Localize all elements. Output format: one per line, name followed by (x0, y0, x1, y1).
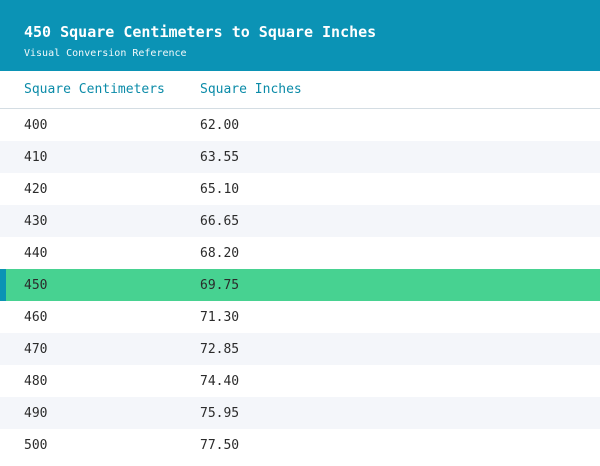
table-row: 470 72.85 (0, 333, 600, 365)
table-row: 400 62.00 (0, 109, 600, 141)
page-subtitle: Visual Conversion Reference (24, 48, 187, 59)
table-row: 440 68.20 (0, 237, 600, 269)
cell-square-inches: 77.50 (200, 437, 240, 453)
cell-square-centimeters: 430 (24, 213, 48, 229)
table-row: 480 74.40 (0, 365, 600, 397)
cell-square-centimeters: 480 (24, 373, 48, 389)
cell-square-centimeters: 400 (24, 117, 48, 133)
page-title: 450 Square Centimeters to Square Inches (24, 23, 377, 41)
conversion-card: 450 Square Centimeters to Square Inches … (0, 0, 600, 466)
cell-square-centimeters: 420 (24, 181, 48, 197)
table-row: 460 71.30 (0, 301, 600, 333)
cell-square-inches: 69.75 (200, 277, 240, 293)
cell-square-inches: 71.30 (200, 309, 240, 325)
cell-square-inches: 75.95 (200, 405, 240, 421)
cell-square-inches: 74.40 (200, 373, 240, 389)
table-header: Square Centimeters Square Inches (0, 71, 600, 109)
cell-square-inches: 65.10 (200, 181, 240, 197)
cell-square-centimeters: 470 (24, 341, 48, 357)
conversion-table: Square Centimeters Square Inches 400 62.… (0, 71, 600, 461)
cell-square-centimeters: 450 (24, 277, 48, 293)
table-row: 490 75.95 (0, 397, 600, 429)
cell-square-centimeters: 460 (24, 309, 48, 325)
table-row: 410 63.55 (0, 141, 600, 173)
cell-square-inches: 72.85 (200, 341, 240, 357)
cell-square-inches: 68.20 (200, 245, 240, 261)
table-row: 430 66.65 (0, 205, 600, 237)
table-row: 500 77.50 (0, 429, 600, 461)
column-header-square-inches: Square Inches (200, 82, 302, 97)
cell-square-centimeters: 490 (24, 405, 48, 421)
cell-square-centimeters: 440 (24, 245, 48, 261)
cell-square-inches: 66.65 (200, 213, 240, 229)
cell-square-centimeters: 500 (24, 437, 48, 453)
table-row: 420 65.10 (0, 173, 600, 205)
header: 450 Square Centimeters to Square Inches … (0, 0, 600, 71)
column-header-square-centimeters: Square Centimeters (24, 82, 165, 97)
table-row-highlighted: 450 69.75 (0, 269, 600, 301)
cell-square-inches: 62.00 (200, 117, 240, 133)
cell-square-inches: 63.55 (200, 149, 240, 165)
cell-square-centimeters: 410 (24, 149, 48, 165)
